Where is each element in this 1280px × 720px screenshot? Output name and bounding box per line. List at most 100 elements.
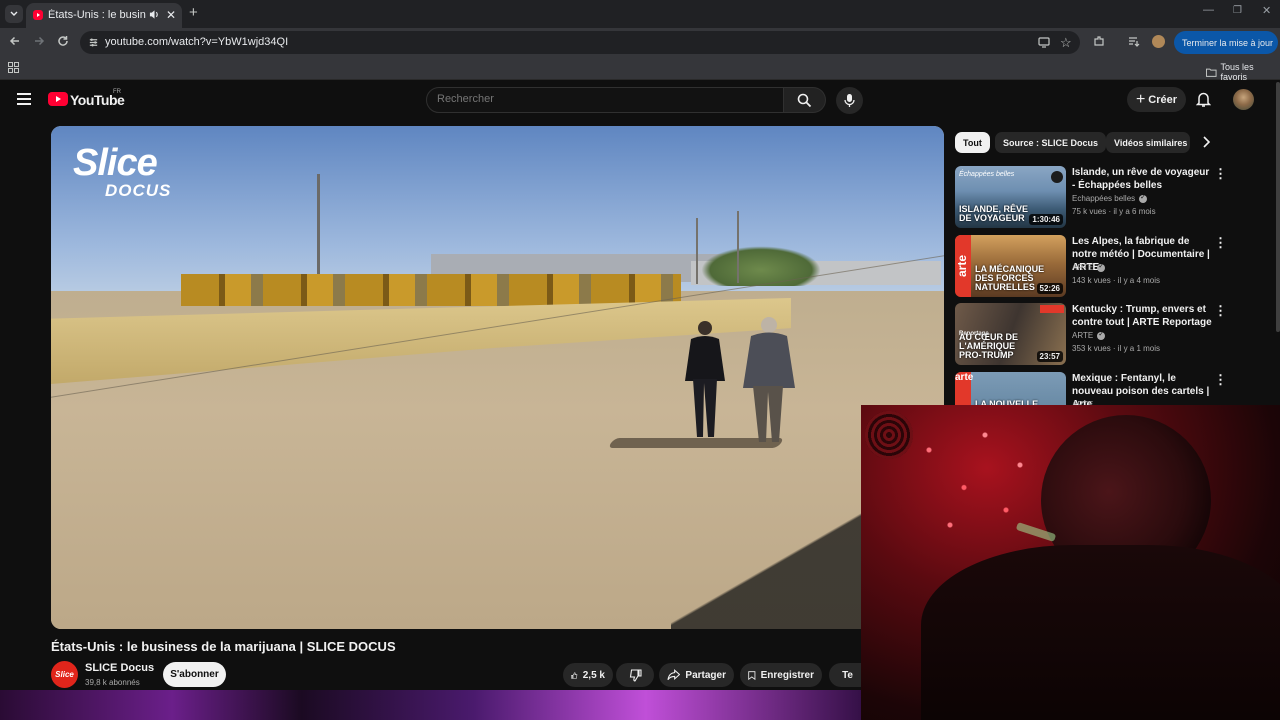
forward-arrow-icon[interactable] bbox=[33, 35, 45, 47]
reload-icon[interactable] bbox=[57, 35, 69, 47]
search-input[interactable] bbox=[437, 93, 767, 105]
page-scrollbar[interactable] bbox=[1276, 82, 1280, 332]
maximize-icon[interactable]: ❐ bbox=[1233, 5, 1242, 16]
recommendation-title[interactable]: Islande, un rêve de voyageur - Échappées… bbox=[1072, 166, 1212, 192]
more-options-icon[interactable]: ⋮ bbox=[1214, 303, 1227, 319]
save-label: Enregistrer bbox=[760, 669, 814, 681]
recommendation-channel[interactable]: Echappées belles bbox=[1072, 193, 1148, 203]
subscribe-button[interactable]: S'abonner bbox=[163, 662, 226, 687]
back-arrow-icon[interactable] bbox=[9, 35, 21, 47]
video-frame-machinery bbox=[181, 274, 681, 306]
search-box[interactable] bbox=[426, 87, 784, 113]
share-button[interactable]: Partager bbox=[659, 663, 734, 687]
download-label: Te bbox=[842, 669, 853, 681]
watermark-brand: Slice bbox=[73, 142, 158, 184]
window-close-icon[interactable]: ✕ bbox=[1262, 4, 1271, 17]
channel-label: ARTE bbox=[1072, 331, 1094, 340]
dislike-button[interactable] bbox=[616, 663, 654, 687]
all-bookmarks-button[interactable]: Tous les favoris bbox=[1206, 62, 1280, 82]
bookmark-star-icon[interactable]: ☆ bbox=[1060, 35, 1072, 51]
recommendation-channel[interactable]: ARTE bbox=[1072, 330, 1106, 340]
recommendation-channel[interactable]: ARTE bbox=[1072, 262, 1106, 272]
recommendation-meta: 75 k vues · il y a 6 mois bbox=[1072, 207, 1156, 216]
recommendation-thumbnail[interactable]: Échappées belles ISLANDE, RÊVE DE VOYAGE… bbox=[955, 166, 1066, 228]
recommendation-item[interactable]: arte LA MÉCANIQUE DES FORCES NATURELLES … bbox=[955, 235, 1275, 299]
video-frame-pole bbox=[737, 211, 739, 283]
webcam-string-lights bbox=[901, 405, 1041, 555]
more-options-icon[interactable]: ⋮ bbox=[1214, 372, 1227, 388]
site-settings-icon[interactable] bbox=[88, 37, 99, 48]
webcam-overlay bbox=[861, 405, 1280, 720]
bookmark-icon bbox=[748, 670, 756, 680]
recommendation-thumbnail[interactable]: Reportage AU CŒUR DE L'AMÉRIQUE PRO-TRUM… bbox=[955, 303, 1066, 365]
recommendation-item[interactable]: Reportage AU CŒUR DE L'AMÉRIQUE PRO-TRUM… bbox=[955, 303, 1275, 367]
channel-logo-icon bbox=[1040, 305, 1064, 313]
like-count: 2,5 k bbox=[582, 669, 605, 681]
search-icon bbox=[797, 93, 812, 107]
thumbs-down-icon bbox=[629, 668, 642, 682]
channel-watermark: Slice DOCUS bbox=[73, 144, 171, 200]
create-label: Créer bbox=[1148, 93, 1178, 106]
channel-avatar[interactable]: Slice bbox=[51, 661, 78, 688]
save-button[interactable]: Enregistrer bbox=[740, 663, 822, 687]
recommendation-title[interactable]: Kentucky : Trump, envers et contre tout … bbox=[1072, 303, 1212, 329]
video-frame-person bbox=[739, 316, 797, 448]
thumbnail-caption: AU CŒUR DE L'AMÉRIQUE PRO-TRUMP bbox=[959, 332, 1019, 360]
plus-icon: + bbox=[1135, 90, 1146, 108]
apps-grid-icon[interactable] bbox=[8, 62, 19, 73]
update-button[interactable]: Terminer la mise à jour bbox=[1174, 31, 1278, 54]
video-frame-pole bbox=[317, 174, 320, 284]
notifications-bell-icon[interactable] bbox=[1196, 91, 1211, 108]
channel-label: Echappées belles bbox=[1072, 194, 1136, 203]
thumbnail-caption: ISLANDE, RÊVE DE VOYAGEUR bbox=[959, 204, 1029, 223]
like-button[interactable]: 2,5 k bbox=[563, 663, 613, 687]
new-tab-button[interactable]: + bbox=[189, 4, 198, 21]
reading-list-icon[interactable] bbox=[1128, 35, 1140, 47]
chip-all[interactable]: Tout bbox=[955, 132, 990, 153]
extensions-icon[interactable] bbox=[1093, 35, 1105, 47]
chevron-down-icon bbox=[10, 11, 18, 16]
video-player[interactable]: Slice DOCUS bbox=[51, 126, 944, 629]
active-tab[interactable]: États-Unis : le business de la marijuana… bbox=[26, 3, 182, 28]
close-tab-icon[interactable]: ✕ bbox=[166, 8, 176, 22]
recommendation-thumbnail[interactable]: arte LA MÉCANIQUE DES FORCES NATURELLES … bbox=[955, 235, 1066, 297]
cast-icon[interactable] bbox=[1038, 37, 1050, 48]
microphone-icon bbox=[844, 94, 855, 107]
youtube-logo-icon[interactable] bbox=[48, 92, 68, 106]
video-duration: 23:57 bbox=[1036, 351, 1063, 362]
browser-toolbar: youtube.com/watch?v=YbW1wjd34QI ☆ Termin… bbox=[0, 28, 1280, 56]
verified-icon bbox=[1097, 262, 1106, 272]
browser-tab-strip: États-Unis : le business de la marijuana… bbox=[0, 0, 1280, 28]
create-button[interactable]: + Créer bbox=[1127, 87, 1186, 112]
video-duration: 52:26 bbox=[1036, 283, 1063, 294]
minimize-icon[interactable]: — bbox=[1203, 4, 1214, 16]
channel-label: ARTE bbox=[1072, 263, 1094, 272]
channel-logo-icon bbox=[1051, 171, 1063, 183]
address-bar[interactable]: youtube.com/watch?v=YbW1wjd34QI ☆ bbox=[80, 31, 1080, 54]
speaker-icon[interactable] bbox=[149, 9, 160, 20]
channel-name[interactable]: SLICE Docus bbox=[85, 662, 154, 674]
bookmarks-bar: Tous les favoris bbox=[0, 56, 1280, 82]
search-button[interactable] bbox=[784, 87, 826, 113]
recommendation-meta: 353 k vues · il y a 1 mois bbox=[1072, 344, 1161, 353]
video-frame-person bbox=[679, 319, 729, 444]
chevron-right-icon[interactable] bbox=[1202, 136, 1210, 148]
more-options-icon[interactable]: ⋮ bbox=[1214, 235, 1227, 251]
youtube-favicon-icon bbox=[33, 10, 43, 20]
profile-avatar[interactable] bbox=[1152, 35, 1165, 48]
tab-search-button[interactable] bbox=[5, 5, 23, 23]
chip-source[interactable]: Source : SLICE Docus bbox=[995, 132, 1107, 153]
watermark-sub: DOCUS bbox=[105, 181, 172, 200]
user-avatar[interactable] bbox=[1233, 89, 1254, 110]
recommendation-item[interactable]: Échappées belles ISLANDE, RÊVE DE VOYAGE… bbox=[955, 166, 1275, 230]
chip-similar[interactable]: Vidéos similaires bbox=[1106, 132, 1190, 153]
thumbnail-brand: Échappées belles bbox=[959, 171, 1015, 178]
voice-search-button[interactable] bbox=[836, 87, 863, 114]
video-frame-pole bbox=[696, 218, 698, 284]
hamburger-menu-icon[interactable] bbox=[17, 93, 31, 108]
all-bookmarks-label: Tous les favoris bbox=[1220, 62, 1254, 82]
more-options-icon[interactable]: ⋮ bbox=[1214, 166, 1227, 182]
folder-icon bbox=[1206, 68, 1217, 77]
download-button[interactable]: Te bbox=[829, 663, 861, 687]
url-text[interactable]: youtube.com/watch?v=YbW1wjd34QI bbox=[105, 36, 288, 48]
